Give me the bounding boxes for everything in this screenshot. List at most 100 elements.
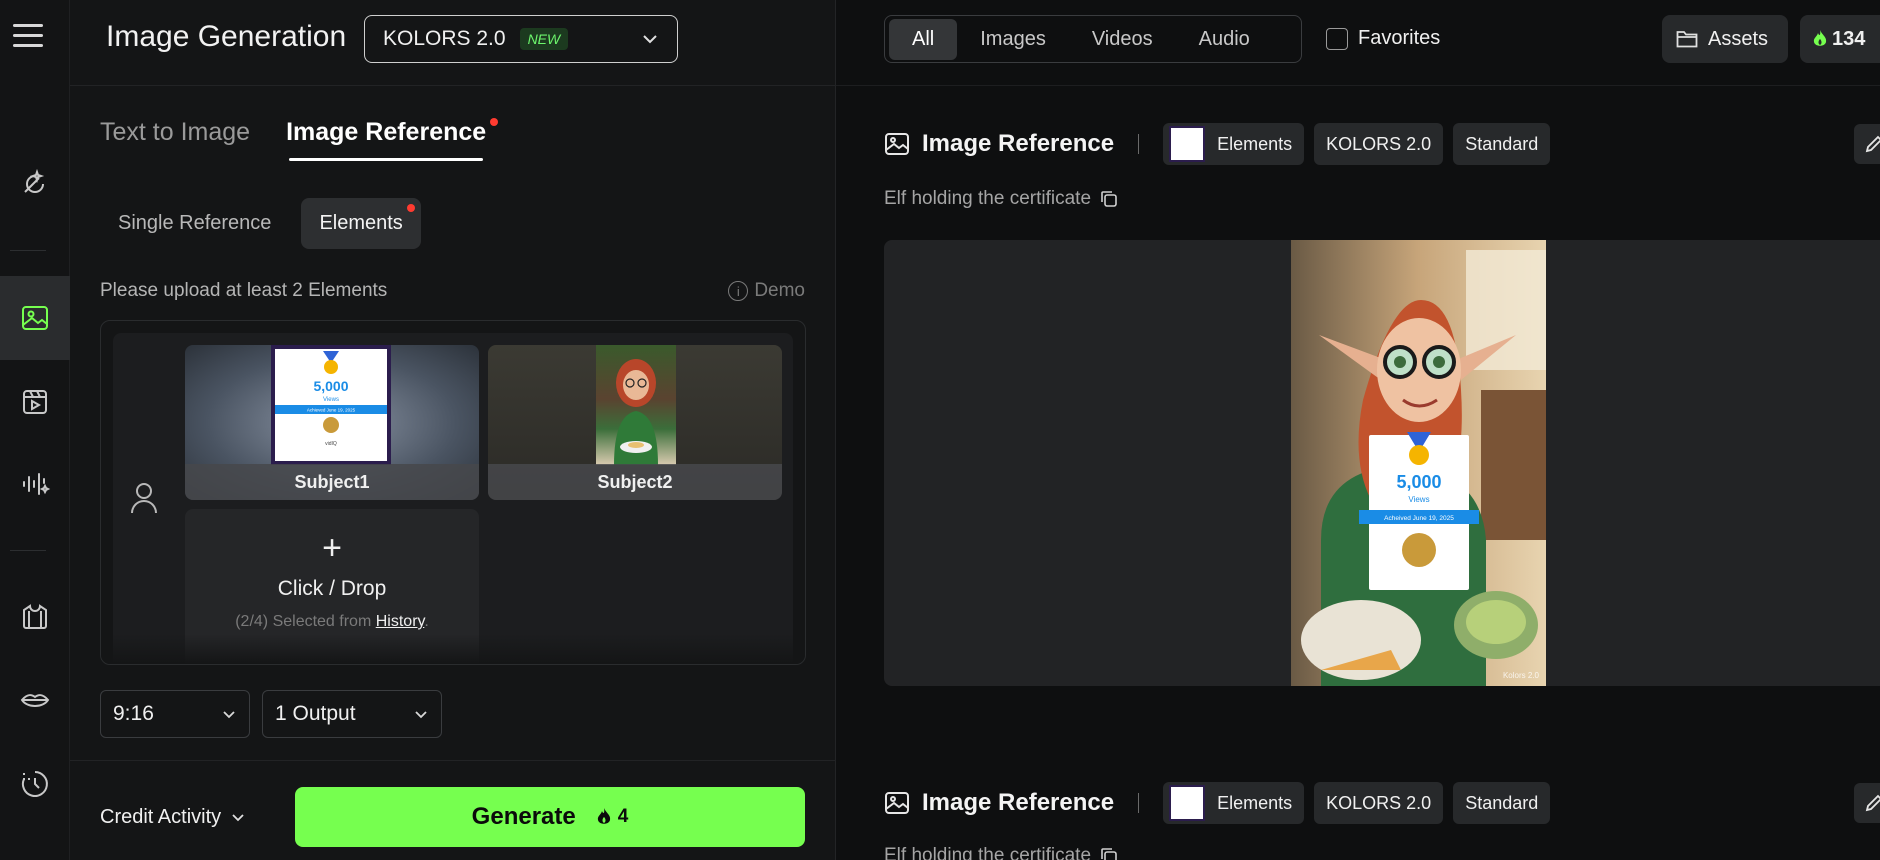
demo-link[interactable]: i Demo — [728, 280, 805, 302]
element-thumbnail — [1169, 785, 1206, 821]
assets-button[interactable]: Assets — [1662, 15, 1788, 63]
filter-videos[interactable]: Videos — [1069, 19, 1176, 60]
chip-quality: Standard — [1453, 123, 1551, 165]
cert-views-count: 5,000 — [1396, 472, 1441, 492]
credit-activity-label: Credit Activity — [100, 806, 222, 828]
image-icon — [885, 792, 909, 814]
divider — [1138, 134, 1140, 154]
chip-model: KOLORS 2.0 — [1314, 782, 1444, 824]
edit-button[interactable] — [1854, 124, 1880, 164]
page-title: Image Generation — [106, 20, 347, 53]
folder-icon — [1676, 31, 1698, 48]
divider — [1138, 793, 1140, 813]
notification-dot — [406, 204, 415, 212]
rail-divider — [10, 550, 46, 551]
new-badge: NEW — [519, 28, 569, 50]
rail-item-magic[interactable] — [0, 142, 70, 226]
history-icon — [21, 771, 48, 797]
magic-wand-icon — [24, 168, 45, 193]
chip-label: Elements — [1217, 133, 1293, 154]
scroll-fade — [101, 634, 805, 664]
image-icon — [885, 133, 909, 155]
model-select[interactable]: KOLORS 2.0 NEW — [364, 15, 678, 63]
model-select-value: KOLORS 2.0 — [383, 27, 506, 50]
filter-all[interactable]: All — [889, 18, 958, 60]
plus-icon: + — [322, 529, 342, 567]
rail-item-tryon[interactable] — [0, 575, 70, 659]
rail-item-audio[interactable] — [0, 442, 70, 526]
tab-elements[interactable]: Elements — [301, 198, 421, 249]
mode-tabs: Text to Image Image Reference — [100, 118, 522, 161]
tab-single-reference[interactable]: Single Reference — [100, 198, 289, 249]
reference-tabs: Single Reference Elements — [100, 198, 433, 249]
demo-label: Demo — [754, 280, 805, 301]
results-toolbar: All Images Videos Audio Favorites Assets… — [836, 0, 1880, 86]
rail-item-history[interactable] — [0, 742, 70, 826]
cert-views-label: Views — [323, 397, 339, 403]
output-count-select[interactable]: 1 Output — [262, 690, 442, 738]
chevron-down-icon — [415, 711, 427, 719]
cert-brand: vidIQ — [325, 441, 337, 447]
chip-model: KOLORS 2.0 — [1314, 123, 1444, 165]
nav-rail — [0, 0, 70, 860]
generation-panel: Image Generation KOLORS 2.0 NEW Text to … — [70, 0, 836, 860]
aspect-ratio-select[interactable]: 9:16 — [100, 690, 250, 738]
edit-button[interactable] — [1854, 783, 1880, 823]
output-count-value: 1 Output — [275, 702, 356, 725]
history-link[interactable]: History — [376, 613, 425, 630]
prompt-text: Elf holding the certificate — [884, 188, 1092, 209]
chevron-down-icon — [223, 711, 235, 719]
generation-title: Image Reference — [922, 130, 1115, 157]
cert-views-count: 5,000 — [313, 378, 348, 394]
generation-prompt: Elf holding the certificate — [884, 845, 1119, 860]
aspect-ratio-value: 9:16 — [113, 702, 154, 725]
chevron-down-icon — [643, 35, 657, 44]
tab-image-reference[interactable]: Image Reference — [286, 118, 499, 161]
chip-label: Elements — [1217, 792, 1293, 813]
image-watermark: Kolors 2.0 — [1503, 671, 1540, 680]
upload-hint: Please upload at least 2 Elements — [100, 280, 388, 301]
hamburger-menu-icon[interactable] — [13, 24, 43, 48]
suffix: . — [424, 613, 429, 630]
chip-elements: Elements — [1163, 782, 1305, 824]
credits-balance[interactable]: 134 — [1800, 15, 1880, 63]
rail-item-video[interactable] — [0, 360, 70, 444]
generation-header: Image Reference Elements KOLORS 2.0 Stan… — [884, 121, 1560, 167]
elements-list: 5,000 Views Achieved June 19, 2025 vidIQ… — [113, 333, 793, 664]
filter-audio[interactable]: Audio — [1176, 19, 1273, 60]
favorites-toggle[interactable]: Favorites — [1326, 27, 1440, 50]
credits-value: 134 — [1832, 27, 1866, 50]
cert-achieved: Achieved June 19, 2025 — [307, 408, 356, 413]
generate-button[interactable]: Generate 4 — [295, 787, 805, 847]
image-icon — [22, 306, 48, 330]
flame-icon — [1813, 30, 1827, 46]
rail-item-image[interactable] — [0, 276, 70, 360]
generation-title: Image Reference — [922, 789, 1115, 816]
favorites-label: Favorites — [1358, 27, 1441, 49]
subject-card[interactable]: 5,000 Views Achieved June 19, 2025 vidIQ… — [185, 345, 479, 500]
generated-image[interactable]: 5,000 Views Acheived June 19, 2025 Kolor… — [1291, 240, 1546, 686]
copy-icon[interactable] — [1099, 846, 1119, 860]
generate-cost-value: 4 — [617, 806, 629, 827]
subject1-thumbnail: 5,000 Views Achieved June 19, 2025 vidIQ — [271, 345, 391, 465]
filter-images[interactable]: Images — [957, 19, 1069, 60]
assets-label: Assets — [1708, 27, 1769, 50]
dropzone-title: Click / Drop — [277, 577, 387, 600]
subject-card[interactable]: Subject2 — [488, 345, 782, 500]
tab-label: Image Reference — [286, 118, 487, 146]
lips-icon — [20, 694, 50, 707]
pencil-icon — [1865, 135, 1880, 153]
person-icon — [131, 483, 157, 514]
rail-item-lipsync[interactable] — [0, 658, 70, 742]
audio-icon — [23, 473, 51, 495]
elf-portrait-graphic — [614, 359, 658, 465]
app-root: Image Generation KOLORS 2.0 NEW Text to … — [0, 0, 1880, 860]
panel-footer: Credit Activity Generate 4 — [70, 760, 836, 860]
generate-cost: 4 — [596, 806, 629, 828]
notification-dot — [490, 118, 499, 126]
tab-text-to-image[interactable]: Text to Image — [100, 118, 250, 161]
certificate-image: 5,000 Views Achieved June 19, 2025 vidIQ — [275, 349, 387, 461]
favorites-checkbox[interactable] — [1326, 27, 1348, 50]
copy-icon[interactable] — [1099, 189, 1119, 209]
credit-activity-dropdown[interactable]: Credit Activity — [100, 806, 245, 829]
